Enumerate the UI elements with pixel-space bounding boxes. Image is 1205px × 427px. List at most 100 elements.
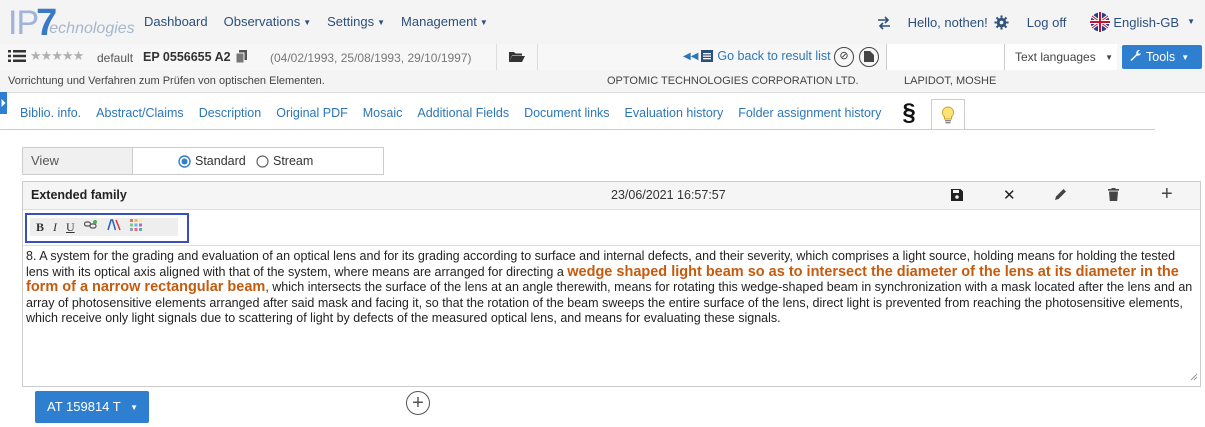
nav-right: Hello, nothen! Log off English-GB ▼ [876,12,1205,32]
menu-management-label: Management [401,14,477,29]
lightbulb-icon [941,105,954,123]
patent-number: EP 0556655 A2 [143,50,231,64]
tab-mosaic[interactable]: Mosaic [363,106,403,120]
text-format-toolbar: B I U [25,213,189,243]
tab-description[interactable]: Description [199,106,262,120]
radio-standard-label: Standard [195,154,246,168]
top-navbar: IP 7 echnologies Dashboard Observations ▼… [0,0,1205,45]
tab-lightbulb[interactable] [930,98,965,130]
uk-flag-icon [1090,12,1111,32]
wrench-icon [1130,49,1142,61]
underline-button[interactable]: U [66,220,75,235]
sidebar-toggle[interactable] [0,92,7,114]
radio-standard[interactable]: Standard [178,154,246,168]
text-color-icon[interactable] [106,219,121,235]
switch-arrows-icon[interactable] [876,14,892,30]
main-menu: Dashboard Observations ▼ Settings ▼ Manage… [144,14,488,29]
menu-settings[interactable]: Settings ▼ [327,14,385,29]
menu-dashboard[interactable]: Dashboard [144,14,208,29]
extended-family-card: Extended family 23/06/2021 16:57:57 ✕ + … [22,181,1201,387]
edit-button[interactable] [1054,188,1067,204]
logoff-link[interactable]: Log off [1027,15,1067,30]
folder-open-icon [509,52,525,62]
tools-button[interactable]: Tools ▼ [1122,45,1202,69]
chevron-right-icon [1,99,6,107]
back-to-results-link[interactable]: ◀◀ Go back to result list [683,49,831,63]
language-label: English-GB [1113,14,1180,30]
tab-biblio-info[interactable]: Biblio. info. [20,106,81,120]
add-circle-button[interactable]: + [406,391,430,415]
record-info-bar: Vorrichtung und Verfahren zum Prüfen von… [0,70,1205,93]
pencil-icon [1055,189,1066,200]
star-icon[interactable]: ★ [62,48,74,63]
classification-label: default [97,51,134,65]
text-languages-dropdown[interactable]: Text languages ▼ [1004,44,1117,70]
greeting-text: Hello, nothen! [907,14,988,30]
card-title: Extended family [31,188,127,202]
tools-label: Tools [1146,50,1176,64]
caret-down-icon: ▼ [377,18,386,27]
attachment-icon[interactable]: ⊘ [834,47,854,67]
menu-dashboard-label: Dashboard [144,14,208,29]
star-icon[interactable]: ★ [73,48,85,63]
bold-button[interactable]: B [36,220,44,235]
gear-icon[interactable] [994,14,1009,30]
record-toolbar: ★★★★★ default EP 0556655 A2 (04/02/1993,… [0,44,1205,71]
tab-additional-fields[interactable]: Additional Fields [417,106,509,120]
tab-original-pdf[interactable]: Original PDF [276,106,348,120]
radio-stream[interactable]: Stream [256,154,313,168]
radio-unchecked-icon [256,154,269,168]
search-input[interactable] [886,44,1005,70]
close-button[interactable]: ✕ [1003,186,1016,204]
caret-down-icon: ▼ [303,18,312,27]
publication-dates: (04/02/1993, 25/08/1993, 29/10/1997) [270,51,472,65]
format-buttons: B I U [30,218,178,236]
back-to-results-label: Go back to result list [717,49,831,63]
highlight-color-icon[interactable] [129,219,142,235]
star-icon[interactable]: ★ [41,48,53,63]
family-member-label: AT 159814 T [47,399,121,414]
caret-down-icon: ▼ [1181,53,1190,62]
caret-down-icon: ▼ [479,18,488,27]
family-member-dropdown[interactable]: AT 159814 T ▼ [35,391,149,423]
radio-checked-icon [178,154,191,168]
link-icon[interactable] [83,219,98,235]
pdf-doc-icon[interactable] [859,47,879,67]
list-box-icon [701,50,714,62]
delete-button[interactable] [1108,188,1119,204]
menu-observations[interactable]: Observations ▼ [224,14,312,29]
add-button[interactable]: + [1161,183,1173,206]
tabs-divider [0,129,1155,130]
folder-button[interactable] [496,44,538,70]
radio-stream-label: Stream [273,154,314,168]
section-sign-icon[interactable]: § [902,99,915,127]
tab-evaluation-history[interactable]: Evaluation history [625,106,724,120]
tab-document-links[interactable]: Document links [524,106,609,120]
card-header: Extended family 23/06/2021 16:57:57 ✕ + [23,182,1200,210]
record-tabs: Biblio. info. Abstract/Claims Descriptio… [20,97,965,130]
menu-settings-label: Settings [327,14,375,29]
list-icon[interactable] [8,49,26,66]
tab-folder-assignment-history[interactable]: Folder assignment history [738,106,881,120]
star-icon[interactable]: ★ [51,48,63,63]
text-languages-label: Text languages [1015,50,1096,64]
rating-stars[interactable]: ★★★★★ [30,48,85,64]
resize-handle-icon[interactable] [1190,369,1198,384]
record-applicant: OPTOMIC TECHNOLOGIES CORPORATION LTD. [607,75,859,87]
menu-management[interactable]: Management ▼ [401,14,488,29]
caret-down-icon: ▼ [1187,16,1195,26]
copy-icon[interactable] [235,50,247,66]
italic-button[interactable]: I [53,220,57,235]
view-selector: View Standard Stream [22,147,384,175]
ip7-logo[interactable]: IP 7 echnologies [8,4,135,42]
language-dropdown[interactable]: English-GB ▼ [1090,12,1195,32]
star-icon[interactable]: ★ [30,48,42,63]
save-button[interactable] [951,189,963,204]
claim-text: 8. A system for the grading and evaluati… [26,249,1196,327]
view-label: View [23,148,133,174]
claim-text-editor[interactable]: 8. A system for the grading and evaluati… [23,245,1200,386]
caret-down-icon: ▼ [1105,53,1113,62]
record-title: Vorrichtung und Verfahren zum Prüfen von… [8,75,325,87]
tab-abstract-claims[interactable]: Abstract/Claims [96,106,184,120]
logo-technologies-text: echnologies [49,20,135,37]
